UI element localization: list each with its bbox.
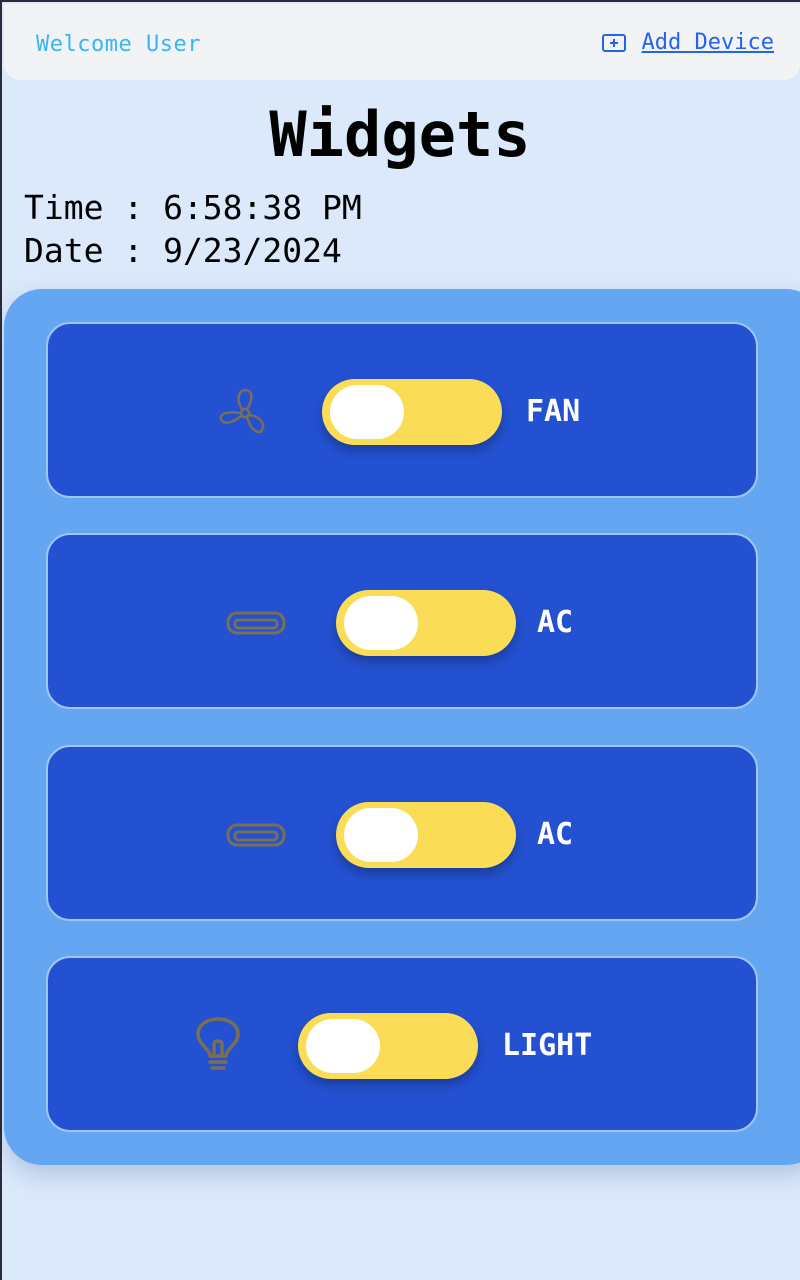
- fan-icon: [219, 388, 265, 434]
- date-display: Date : 9/23/2024: [24, 231, 342, 270]
- toggle-knob: [344, 808, 418, 862]
- toggle-knob: [344, 596, 418, 650]
- toggle-knob: [306, 1019, 380, 1073]
- fan-toggle[interactable]: [322, 379, 502, 445]
- ac-toggle[interactable]: [336, 802, 516, 868]
- add-device-link[interactable]: Add Device: [601, 30, 774, 55]
- time-display: Time : 6:58:38 PM: [24, 188, 362, 227]
- ac-toggle[interactable]: [336, 590, 516, 656]
- lightbulb-icon: [196, 1017, 240, 1070]
- device-card-light: LIGHT: [46, 956, 758, 1132]
- toggle-knob: [330, 385, 404, 439]
- device-card-fan: FAN: [46, 322, 758, 498]
- device-label-ac: AC: [537, 817, 574, 852]
- device-card-ac: AC: [46, 745, 758, 921]
- device-label-fan: FAN: [526, 394, 581, 429]
- add-device-label[interactable]: Add Device: [642, 30, 774, 55]
- add-device-icon: [601, 33, 626, 52]
- device-label-light: LIGHT: [502, 1028, 593, 1063]
- air-conditioner-icon: [226, 823, 286, 847]
- page-title: Widgets: [269, 98, 531, 171]
- device-card-ac: AC: [46, 533, 758, 709]
- air-conditioner-icon: [226, 611, 286, 635]
- light-toggle[interactable]: [298, 1013, 478, 1079]
- device-label-ac: AC: [537, 605, 574, 640]
- top-bar: Welcome User Add Device: [4, 4, 800, 80]
- welcome-text: Welcome User: [36, 32, 201, 57]
